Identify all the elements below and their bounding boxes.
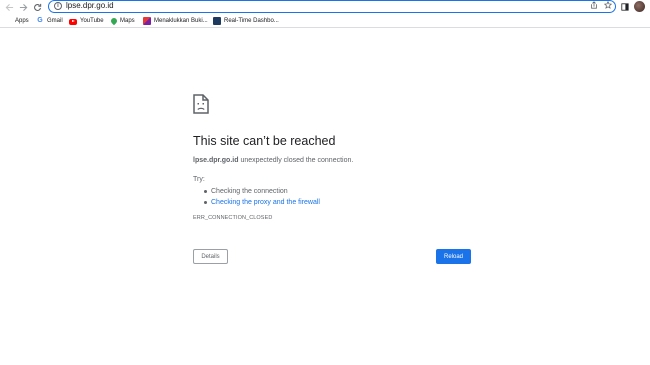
bookmark-label: Gmail <box>47 18 63 24</box>
address-bar[interactable]: i lpse.dpr.go.id <box>48 0 616 13</box>
youtube-icon <box>69 18 77 25</box>
browser-toolbar: i lpse.dpr.go.id <box>0 0 650 14</box>
side-panel-icon[interactable] <box>619 1 631 13</box>
bookmark-label: Apps <box>15 18 29 24</box>
bookmark-youtube[interactable]: YouTube <box>69 16 104 26</box>
error-host: lpse.dpr.go.id <box>193 157 239 164</box>
bookmark-label: Maps <box>120 18 135 24</box>
error-title: This site can’t be reached <box>193 134 336 148</box>
bookmark-menaklukkan[interactable]: Menaklukkan Buki... <box>143 16 208 26</box>
apps-grid-icon <box>4 17 12 25</box>
info-icon[interactable]: i <box>54 2 62 10</box>
forward-button[interactable] <box>17 1 29 13</box>
bookmark-favicon <box>143 17 151 25</box>
bookmark-maps[interactable]: Maps <box>109 16 135 26</box>
bookmark-apps[interactable]: Apps <box>4 16 29 26</box>
bookmark-gmail[interactable]: G Gmail <box>36 16 63 26</box>
bookmark-label: Menaklukkan Buki... <box>154 18 208 24</box>
arrow-right-icon <box>19 3 27 11</box>
error-description: lpse.dpr.go.id unexpectedly closed the c… <box>193 157 353 164</box>
star-icon[interactable] <box>603 0 613 12</box>
url-text[interactable]: lpse.dpr.go.id <box>66 1 114 11</box>
error-description-text: unexpectedly closed the connection. <box>238 157 354 164</box>
reload-page-button[interactable]: Reload <box>436 249 471 264</box>
bookmarks-bar: Apps G Gmail YouTube Maps Menaklukkan Bu… <box>0 14 650 28</box>
bookmark-label: YouTube <box>80 18 104 24</box>
reload-icon <box>33 3 41 11</box>
arrow-left-icon <box>5 3 13 11</box>
suggestion-list: Checking the connection Checking the pro… <box>204 186 320 208</box>
bookmark-label: Real-Time Dashbo... <box>224 18 279 24</box>
dashboard-favicon <box>213 17 221 25</box>
back-button[interactable] <box>3 1 15 13</box>
share-icon[interactable] <box>590 1 598 12</box>
bookmark-realtime-dashboard[interactable]: Real-Time Dashbo... <box>213 16 279 26</box>
google-icon: G <box>37 17 43 24</box>
profile-avatar[interactable] <box>634 1 645 12</box>
error-code: ERR_CONNECTION_CLOSED <box>193 215 273 221</box>
suggestion-check-proxy-link[interactable]: Checking the proxy and the firewall <box>204 197 320 208</box>
suggestion-check-connection: Checking the connection <box>204 186 320 197</box>
maps-pin-icon <box>109 16 119 26</box>
sad-page-icon <box>193 94 209 114</box>
details-button[interactable]: Details <box>193 249 228 264</box>
reload-button[interactable] <box>31 1 43 13</box>
try-label: Try: <box>193 176 205 183</box>
